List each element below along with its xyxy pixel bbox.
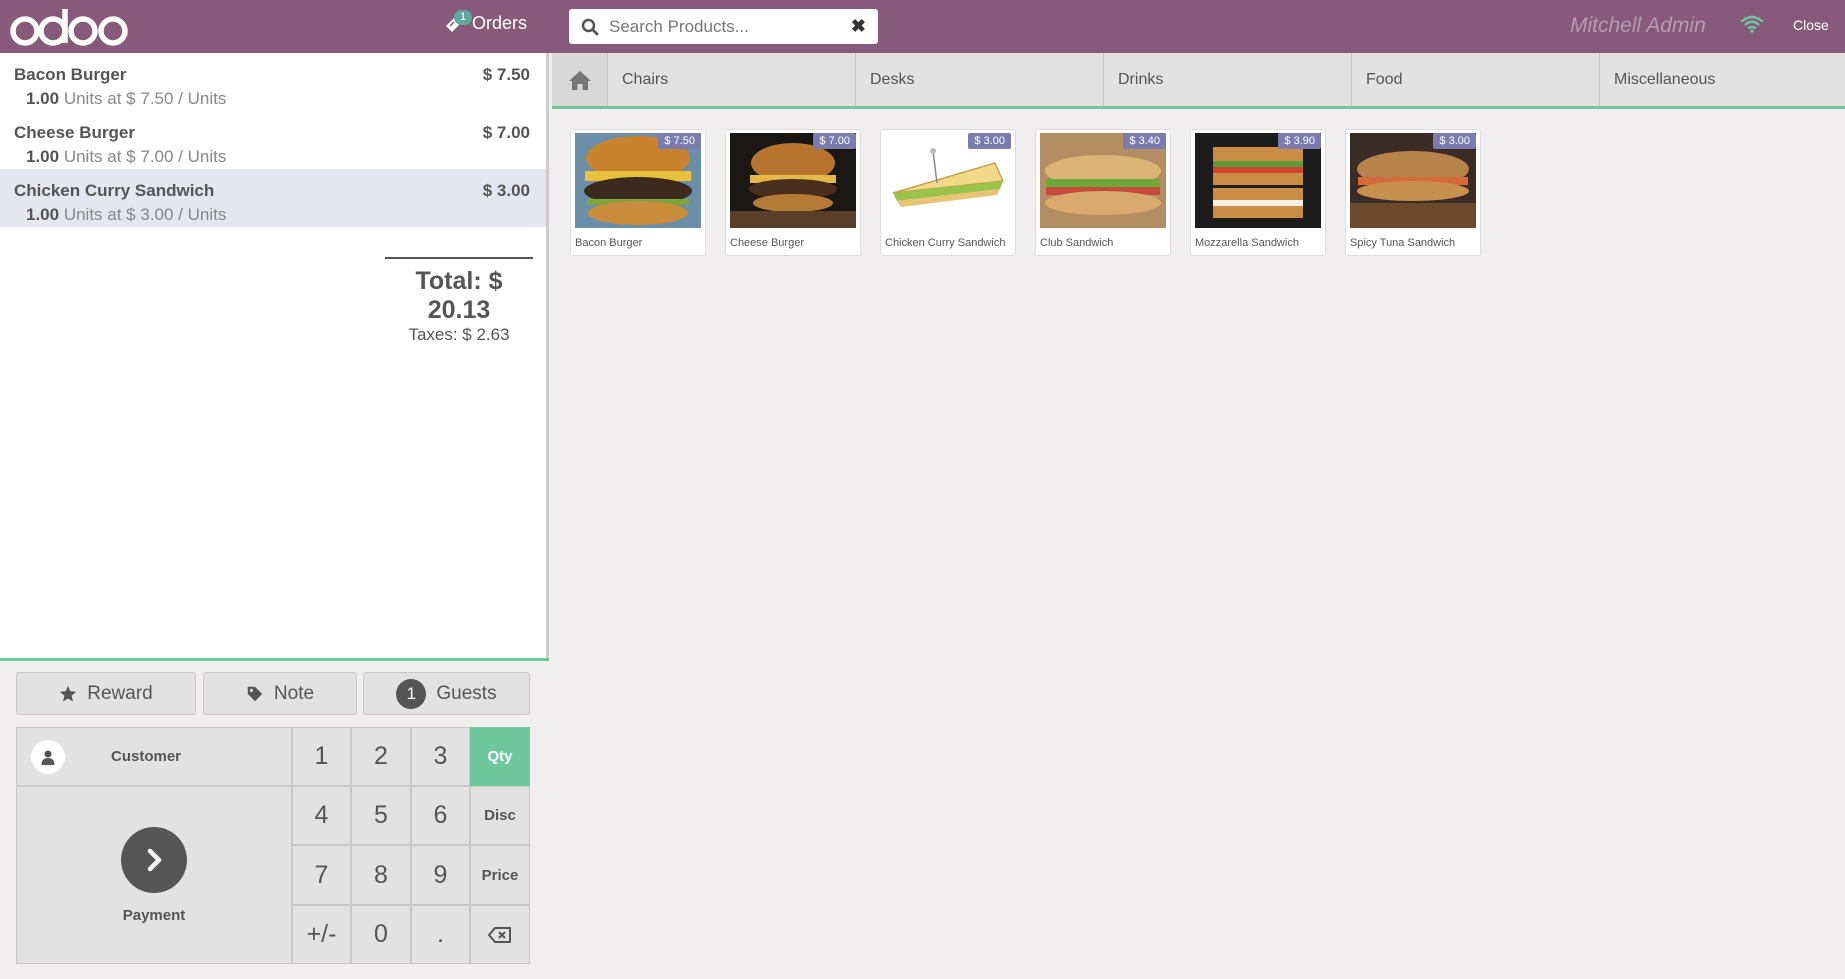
- mode-disc-button[interactable]: Disc: [470, 786, 530, 845]
- guests-label: Guests: [436, 682, 497, 704]
- note-button[interactable]: Note: [203, 672, 357, 715]
- mode-qty-button[interactable]: Qty: [470, 727, 530, 786]
- product-name: Spicy Tuna Sandwich: [1350, 237, 1456, 249]
- category-drinks[interactable]: Drinks: [1104, 53, 1352, 106]
- star-icon: [60, 685, 77, 702]
- payment-label: Payment: [122, 907, 186, 924]
- category-food[interactable]: Food: [1352, 53, 1600, 106]
- order-line-price: $ 7.00: [482, 123, 530, 142]
- product-name: Chicken Curry Sandwich: [885, 237, 1006, 249]
- numpad-key-2[interactable]: 2: [351, 727, 411, 786]
- numpad-key-8[interactable]: 8: [351, 845, 411, 905]
- search-input[interactable]: [609, 16, 851, 37]
- order-line-name: Chicken Curry Sandwich: [14, 181, 215, 200]
- search-icon: [581, 18, 599, 35]
- numpad-key-5[interactable]: 5: [351, 786, 411, 845]
- product-screen: Chairs Desks Drinks Food Miscellaneous $…: [552, 53, 1845, 979]
- order-line-info: 1.00 Units at $ 7.00 / Units: [26, 147, 532, 167]
- order-taxes: Taxes: $ 2.63: [408, 325, 510, 344]
- wifi-icon: [1740, 15, 1764, 33]
- search-box[interactable]: ✖: [569, 9, 878, 44]
- category-bar: Chairs Desks Drinks Food Miscellaneous: [552, 53, 1845, 109]
- user-name: Mitchell Admin: [1570, 14, 1706, 37]
- numpad: 1 2 3 Qty 4 5 6 Disc 7 8 9 Price +/- 0 .: [292, 727, 530, 964]
- close-button[interactable]: Close: [1793, 17, 1829, 33]
- mode-price-button[interactable]: Price: [470, 845, 530, 905]
- backspace-button[interactable]: [470, 905, 530, 964]
- order-line-unit: Units at $ 7.00 / Units: [63, 147, 227, 166]
- product-name: Club Sandwich: [1040, 237, 1114, 249]
- numpad-key-6[interactable]: 6: [411, 786, 470, 845]
- product-price: $ 3.00: [968, 133, 1011, 149]
- order-line-selected[interactable]: Chicken Curry Sandwich $ 3.00 1.00 Units…: [0, 169, 546, 227]
- chevron-right-icon: [121, 827, 187, 893]
- ticket-icon: 1: [444, 9, 473, 34]
- order-summary: Total: $ 20.13 Taxes: $ 2.63: [385, 257, 533, 345]
- order-line-qty: 1.00: [26, 89, 60, 108]
- product-price: $ 3.90: [1278, 133, 1321, 149]
- product-card[interactable]: $ 7.00 Cheese Burger: [725, 129, 861, 256]
- numpad-key-9[interactable]: 9: [411, 845, 470, 905]
- order-line-price: $ 3.00: [482, 181, 530, 200]
- order-line[interactable]: Cheese Burger $ 7.00 1.00 Units at $ 7.0…: [0, 111, 546, 169]
- product-list: $ 7.50 Bacon Burger $ 7.00 Cheese Burger: [570, 129, 1481, 256]
- numpad-key-0[interactable]: 0: [351, 905, 411, 964]
- order-line-info: 1.00 Units at $ 3.00 / Units: [26, 205, 532, 225]
- product-name: Bacon Burger: [575, 237, 643, 249]
- note-label: Note: [273, 682, 315, 704]
- product-card[interactable]: $ 3.40 Club Sandwich: [1035, 129, 1171, 256]
- order-line-name: Cheese Burger: [14, 123, 135, 142]
- tag-icon: [247, 686, 263, 701]
- reward-label: Reward: [87, 682, 153, 704]
- guests-button[interactable]: 1 Guests: [363, 672, 530, 715]
- order-line-qty: 1.00: [26, 205, 60, 224]
- product-card[interactable]: $ 3.90 Mozzarella Sandwich: [1190, 129, 1326, 256]
- order-line-price: $ 7.50: [482, 65, 530, 84]
- category-miscellaneous[interactable]: Miscellaneous: [1600, 53, 1845, 106]
- order-line-info: 1.00 Units at $ 7.50 / Units: [26, 89, 532, 109]
- numpad-key-7[interactable]: 7: [292, 845, 351, 905]
- product-price: $ 7.50: [658, 133, 701, 149]
- payment-button[interactable]: Payment: [16, 786, 292, 964]
- user-icon: [31, 739, 65, 774]
- guests-count: 1: [396, 678, 427, 709]
- top-header: 1 Orders ✖ Mitchell Admin Close: [0, 0, 1845, 53]
- order-line-unit: Units at $ 3.00 / Units: [63, 205, 227, 224]
- order-total: Total: $ 20.13: [415, 267, 503, 324]
- product-name: Mozzarella Sandwich: [1195, 237, 1299, 249]
- backspace-icon: [488, 926, 511, 943]
- order-line-unit: Units at $ 7.50 / Units: [63, 89, 227, 108]
- home-button[interactable]: [552, 53, 608, 106]
- product-price: $ 3.40: [1123, 133, 1166, 149]
- numpad-key-sign[interactable]: +/-: [292, 905, 351, 964]
- control-panel: Reward Note 1 Guests Customer Payment 1 …: [0, 658, 549, 979]
- numpad-key-3[interactable]: 3: [411, 727, 470, 786]
- product-card[interactable]: $ 3.00 Chicken Curry Sandwich: [880, 129, 1016, 256]
- orders-label: Orders: [472, 13, 528, 33]
- product-price: $ 7.00: [813, 133, 856, 149]
- clear-icon[interactable]: ✖: [851, 16, 866, 37]
- category-desks[interactable]: Desks: [856, 53, 1104, 106]
- product-price: $ 3.00: [1433, 133, 1476, 149]
- reward-button[interactable]: Reward: [16, 672, 196, 715]
- numpad-key-decimal[interactable]: .: [411, 905, 470, 964]
- odoo-logo-mark: [10, 9, 128, 46]
- product-card[interactable]: $ 7.50 Bacon Burger: [570, 129, 706, 256]
- order-line-name: Bacon Burger: [14, 65, 127, 84]
- orders-button[interactable]: 1 Orders: [444, 9, 528, 34]
- numpad-key-4[interactable]: 4: [292, 786, 351, 845]
- customer-button[interactable]: Customer: [16, 727, 292, 786]
- orders-count-badge: 1: [454, 9, 473, 25]
- category-chairs[interactable]: Chairs: [608, 53, 856, 106]
- order-line-qty: 1.00: [26, 147, 60, 166]
- odoo-logo: [9, 6, 134, 46]
- order-line[interactable]: Bacon Burger $ 7.50 1.00 Units at $ 7.50…: [0, 53, 546, 111]
- home-icon: [568, 70, 591, 90]
- product-card[interactable]: $ 3.00 Spicy Tuna Sandwich: [1345, 129, 1481, 256]
- customer-label: Customer: [111, 748, 182, 765]
- numpad-key-1[interactable]: 1: [292, 727, 351, 786]
- product-name: Cheese Burger: [730, 237, 804, 249]
